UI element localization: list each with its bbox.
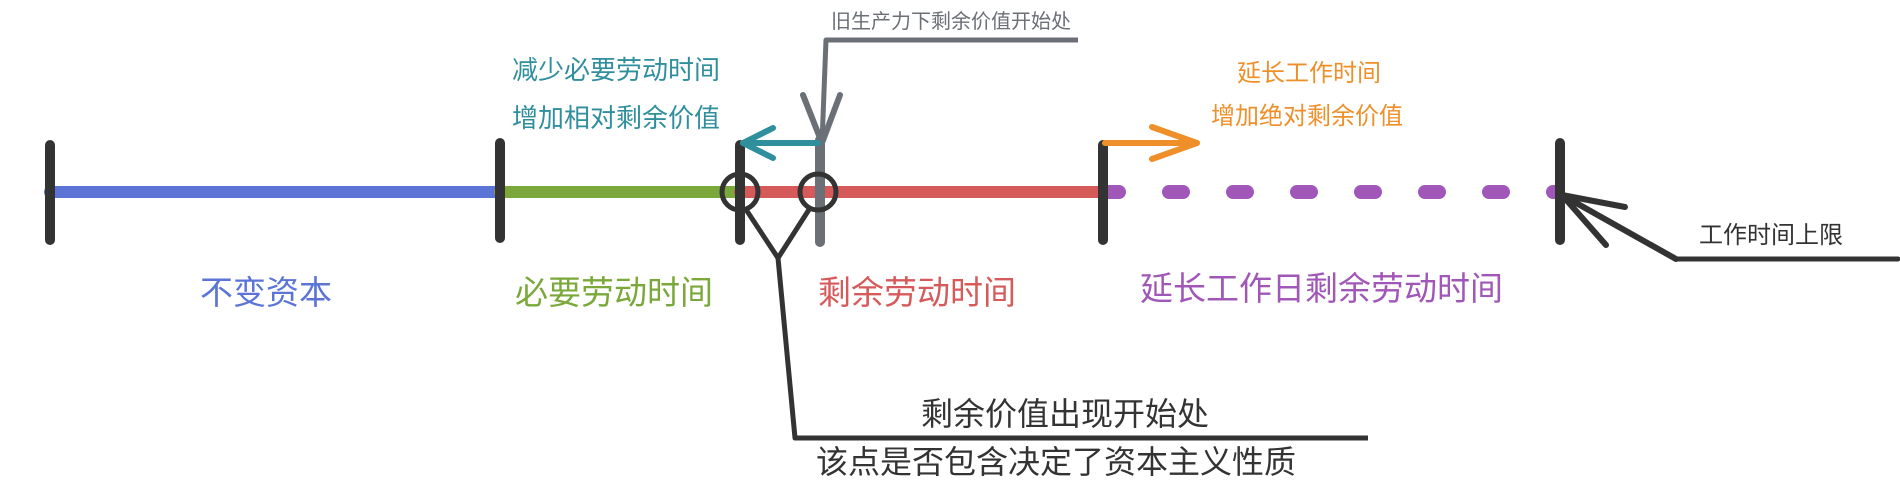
constant-capital-label: 不变资本 <box>200 273 332 312</box>
surplus-start-label-2: 该点是否包含决定了资本主义性质 <box>816 443 1297 481</box>
surplus-start-callout-line <box>742 206 813 261</box>
old-productivity-leader <box>819 37 1078 144</box>
absolute-surplus-label-2: 增加绝对剩余价值 <box>1211 102 1403 130</box>
relative-surplus-label-1: 减少必要劳动时间 <box>512 56 721 86</box>
workday-limit-arrowhead <box>1559 192 1628 248</box>
absolute-surplus-label-1: 延长工作时间 <box>1237 59 1381 87</box>
surplus-labor-label: 剩余劳动时间 <box>818 273 1016 312</box>
necessary-labor-label: 必要劳动时间 <box>515 273 713 312</box>
workday-limit-label: 工作时间上限 <box>1699 221 1843 249</box>
surplus-start-label-1: 剩余价值出现开始处 <box>921 395 1210 433</box>
old-productivity-label: 旧生产力下剩余价值开始处 <box>831 9 1071 33</box>
relative-surplus-label-2: 增加相对剩余价值 <box>512 104 721 134</box>
extended-surplus-label: 延长工作日剩余劳动时间 <box>1140 269 1503 308</box>
